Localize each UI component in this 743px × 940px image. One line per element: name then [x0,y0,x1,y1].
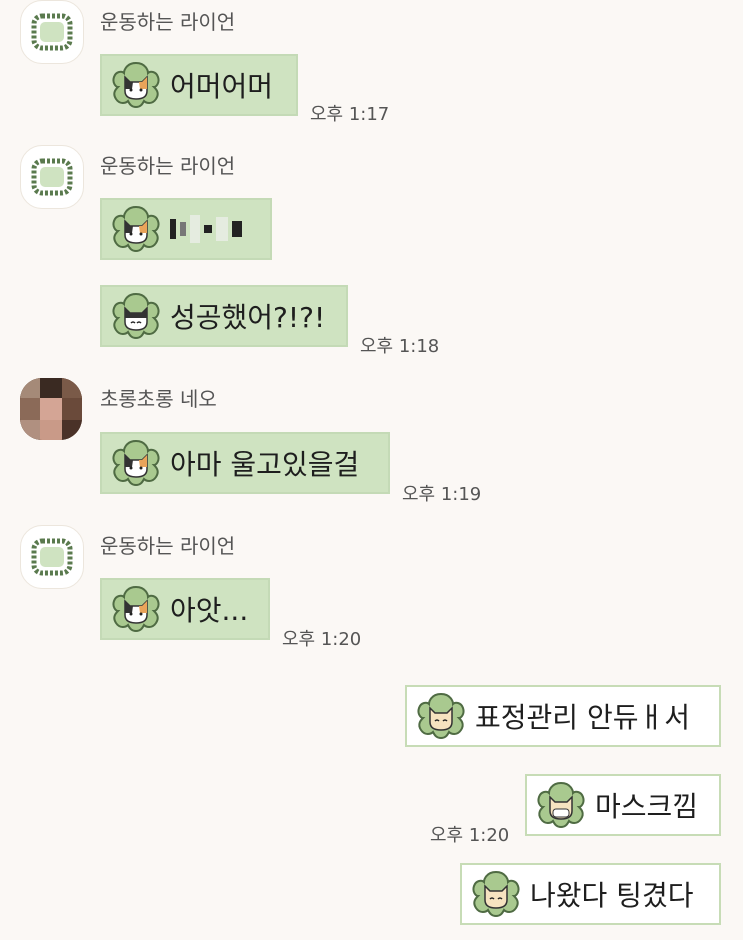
sender-name: 운동하는 라이언 [100,534,236,558]
calico-cat-icon [110,59,162,111]
message-bubble[interactable] [100,198,272,260]
lion-avatar-icon [31,158,73,196]
message-time: 오후 1:20 [430,825,510,846]
calico-cat-icon [110,583,162,635]
profile-photo-icon [20,378,82,440]
message-time: 오후 1:17 [310,104,390,125]
message-text: 마스크낌 [595,790,699,823]
message-text: 아앗... [170,594,249,627]
message-text: 성공했어?!?! [170,301,326,334]
avatar-lion[interactable] [20,0,84,64]
my-message-bubble[interactable]: 마스크낌 [525,774,721,836]
calico-cat-icon [110,203,162,255]
calico-cat-icon [110,437,162,489]
message-bubble[interactable]: 어머어머 [100,54,298,116]
my-message-bubble[interactable]: 나왔다 팅겼다 [460,863,721,925]
lion-avatar-icon [31,538,73,576]
avatar-lion[interactable] [20,145,84,209]
black-white-cat-icon [110,290,162,342]
message-time: 오후 1:18 [360,336,440,357]
message-time: 오후 1:19 [402,484,482,505]
my-message-bubble[interactable]: 표정관리 안듀ㅐ서 [405,685,721,747]
message-time: 오후 1:20 [282,629,362,650]
message-text: 나왔다 팅겼다 [530,879,694,912]
sender-name: 운동하는 라이언 [100,154,236,178]
message-bubble[interactable]: 성공했어?!?! [100,285,348,347]
message-text: 표정관리 안듀ㅐ서 [475,701,690,734]
avatar-lion[interactable] [20,525,84,589]
message-bubble[interactable]: 아앗... [100,578,270,640]
lion-avatar-icon [31,13,73,51]
cream-cat-icon [470,868,522,920]
censored-text [170,214,242,244]
cream-cat-icon [535,779,587,831]
message-text: 어머어머 [170,70,274,103]
message-text: 아마 울고있을걸 [170,448,360,481]
sender-name: 운동하는 라이언 [100,10,236,34]
sender-name: 초롱초롱 네오 [100,387,217,411]
message-bubble[interactable]: 아마 울고있을걸 [100,432,390,494]
cream-cat-icon [415,690,467,742]
avatar-neo[interactable] [20,378,82,440]
